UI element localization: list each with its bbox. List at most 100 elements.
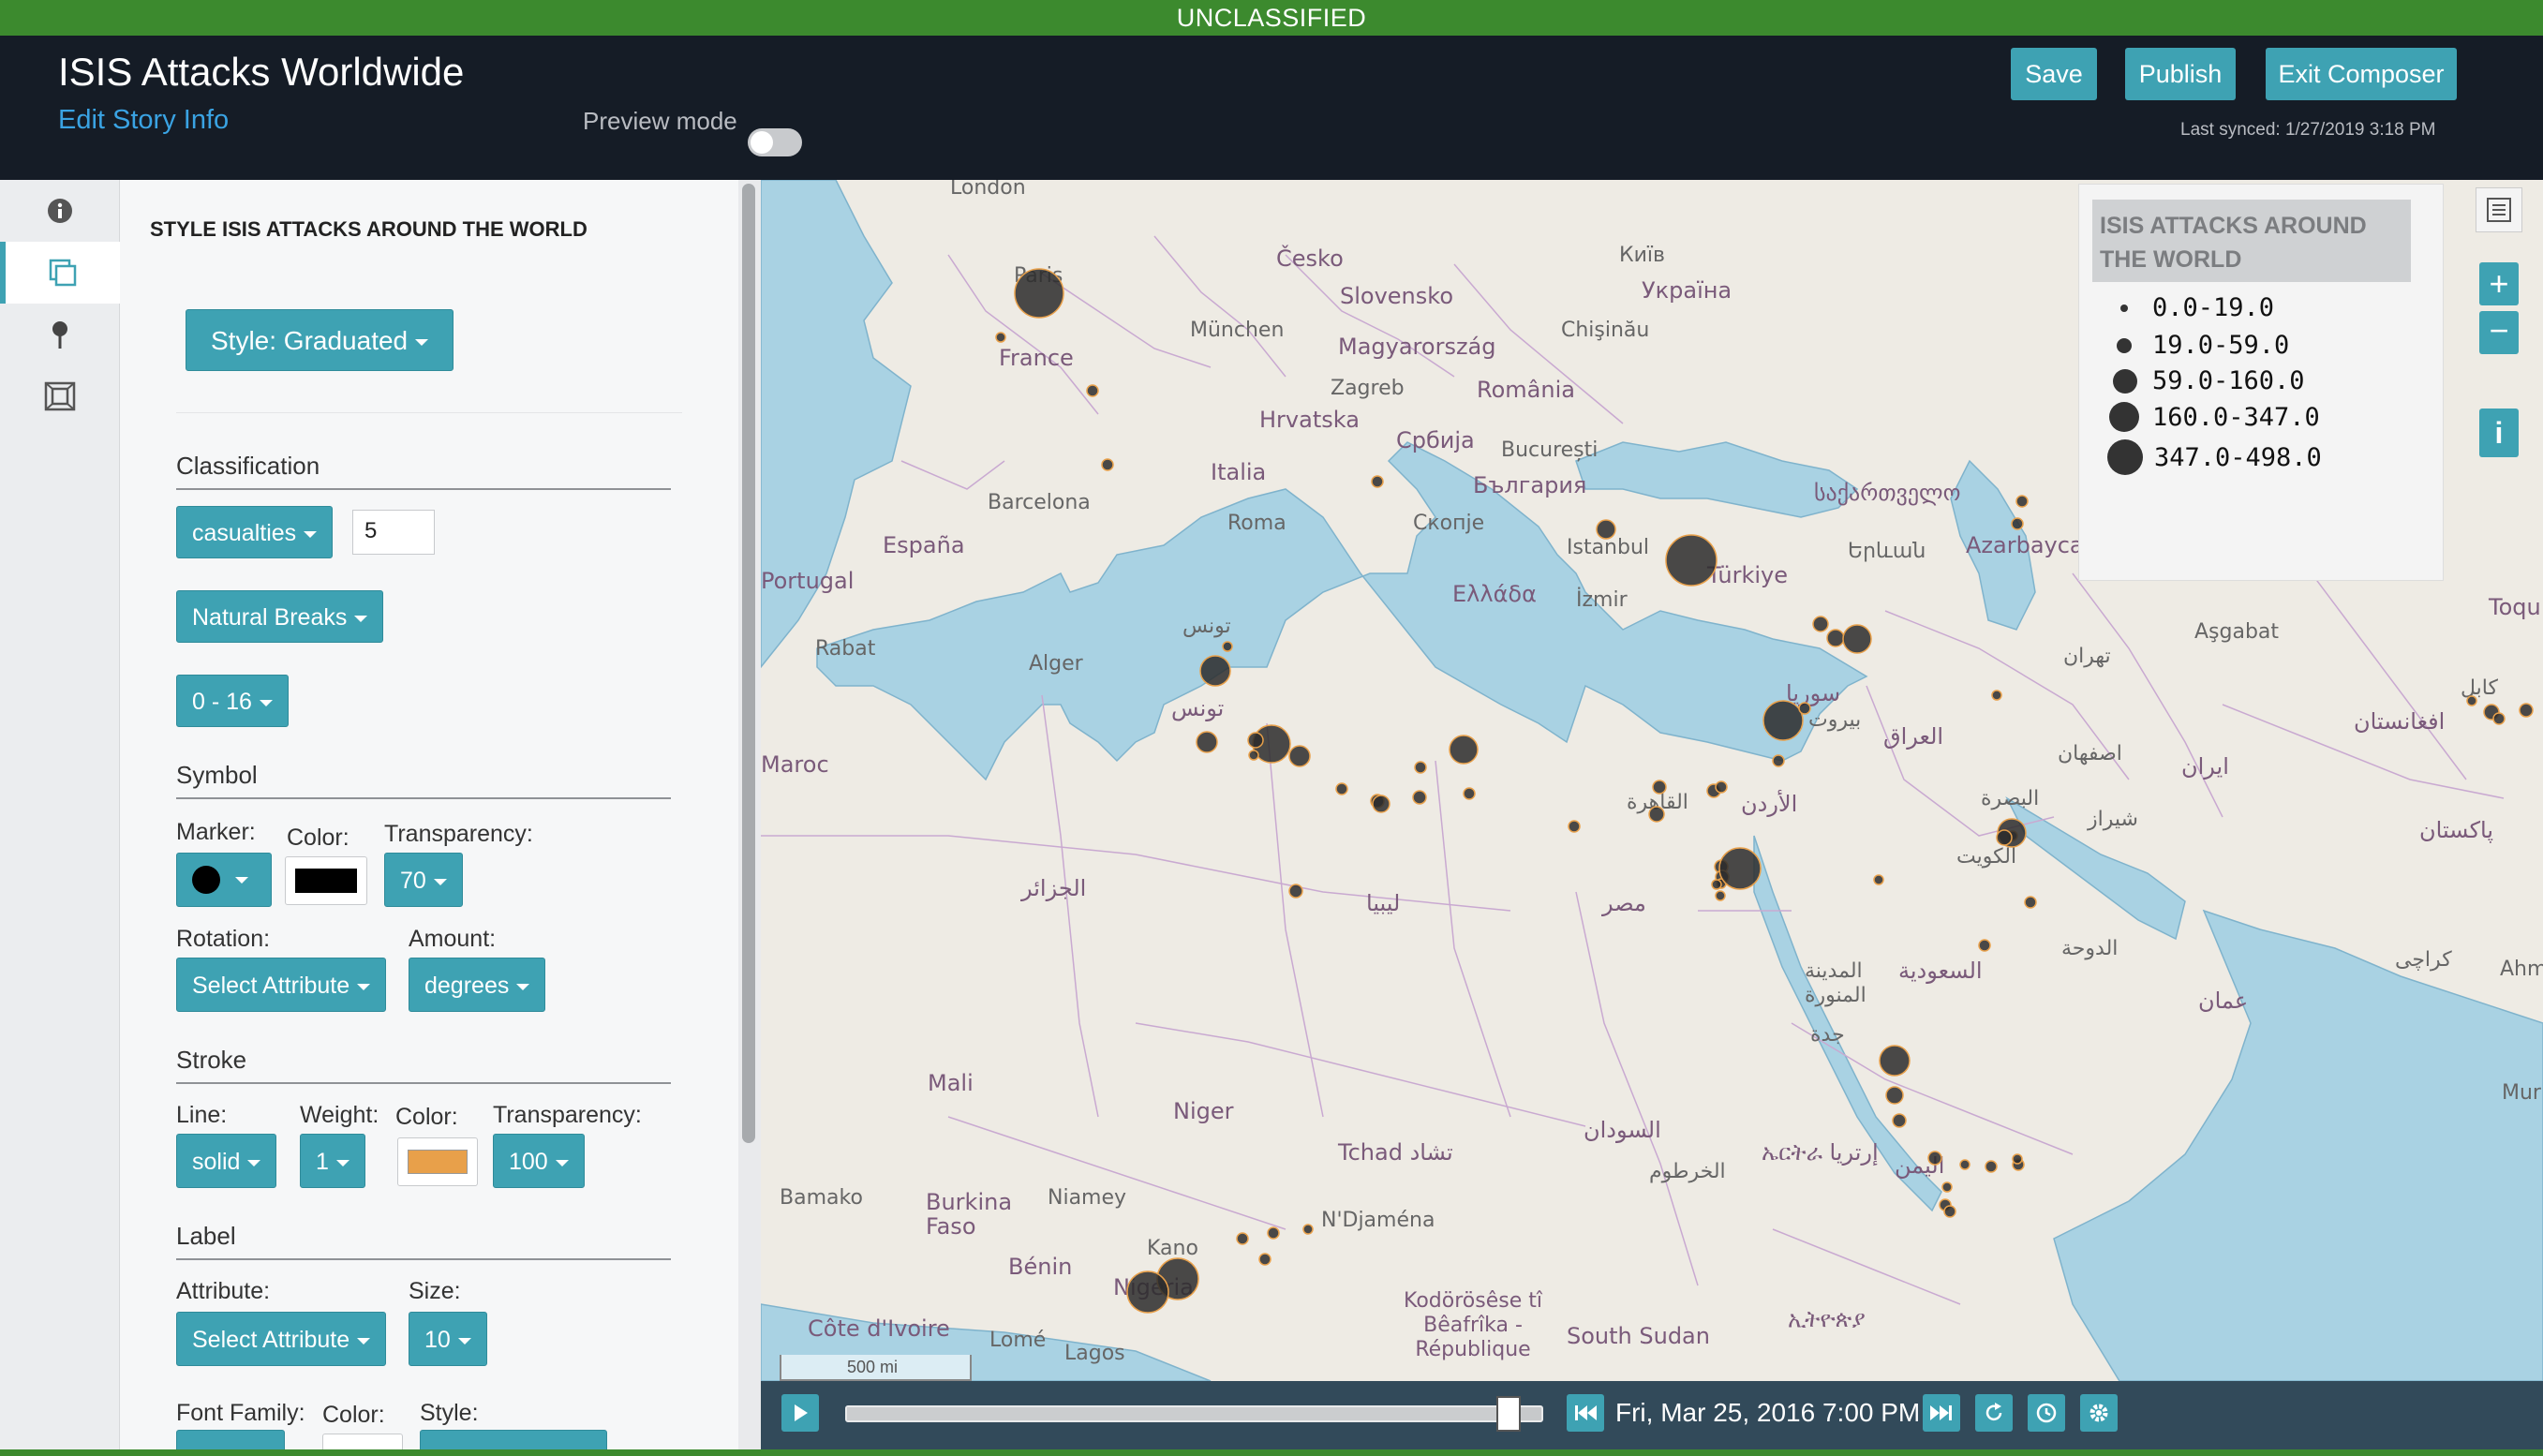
timeline-options-button[interactable] — [2080, 1394, 2118, 1432]
attack-marker — [1648, 806, 1665, 823]
attack-marker — [1568, 820, 1581, 833]
symbol-color-label: Color: — [287, 825, 349, 851]
label-size-dropdown[interactable]: 10 — [409, 1312, 487, 1366]
font-family-label: Font Family: — [176, 1400, 305, 1426]
style-type-dropdown[interactable]: Style: Graduated — [186, 309, 454, 371]
rotation-attribute-dropdown[interactable]: Select Attribute — [176, 958, 387, 1012]
app-header: ISIS Attacks Worldwide Edit Story Info P… — [0, 36, 2543, 180]
publish-button[interactable]: Publish — [2125, 48, 2236, 100]
attack-marker — [2024, 896, 2037, 909]
label-style-buttons[interactable] — [420, 1430, 607, 1449]
style-tab[interactable] — [0, 242, 120, 304]
loop-button[interactable] — [1975, 1394, 2013, 1432]
stroke-transparency-dropdown[interactable]: 100 — [493, 1134, 585, 1188]
symbol-color-fill — [295, 869, 357, 893]
zoom-in-button[interactable]: + — [2479, 262, 2519, 305]
chevron-down-icon — [247, 1159, 261, 1166]
attack-marker — [1101, 458, 1114, 471]
label-size-label: Size: — [409, 1278, 461, 1304]
attack-marker — [1978, 939, 1991, 952]
last-synced-text: Last synced: 1/27/2019 3:18 PM — [2180, 120, 2436, 140]
classification-banner: UNCLASSIFIED — [0, 0, 2543, 36]
play-button[interactable] — [781, 1394, 819, 1432]
panel-title: STYLE ISIS ATTACKS AROUND THE WORLD — [150, 217, 587, 241]
preview-mode-toggle[interactable] — [748, 128, 802, 156]
stroke-color-swatch[interactable] — [397, 1137, 478, 1186]
pin-tab[interactable] — [0, 304, 120, 365]
divider — [176, 412, 682, 413]
attack-marker — [2492, 712, 2506, 725]
timeline-progress — [847, 1407, 1507, 1420]
legend-item: 0.0-19.0 — [2113, 293, 2274, 322]
scale-label: 500 mi — [847, 1358, 899, 1376]
stroke-line-dropdown[interactable]: solid — [176, 1134, 277, 1188]
symbol-transparency-value: 70 — [400, 868, 426, 894]
map-info-button[interactable]: i — [2479, 409, 2519, 457]
save-button[interactable]: Save — [2011, 48, 2097, 100]
info-tab[interactable] — [0, 180, 120, 242]
frame-icon — [44, 381, 76, 411]
marker-dropdown[interactable] — [176, 853, 272, 907]
zoom-out-button[interactable]: − — [2479, 311, 2519, 354]
timeline-handle[interactable] — [1495, 1396, 1521, 1432]
legend-toggle-button[interactable] — [2476, 187, 2522, 232]
range-label: 0 - 16 — [192, 689, 252, 715]
class-count-input[interactable]: 5 — [352, 510, 435, 555]
rotation-amount-dropdown[interactable]: degrees — [409, 958, 546, 1012]
attack-marker — [1371, 475, 1384, 488]
exit-composer-button[interactable]: Exit Composer — [2266, 48, 2457, 100]
attack-marker — [1985, 1160, 1998, 1173]
step-forward-button[interactable] — [1923, 1394, 1960, 1432]
classification-heading: Classification — [176, 452, 671, 490]
label-color-swatch[interactable] — [322, 1434, 403, 1449]
attack-marker — [1267, 1226, 1280, 1240]
stroke-line-value: solid — [192, 1149, 241, 1175]
label-size-value: 10 — [424, 1327, 451, 1353]
attack-marker — [1718, 847, 1762, 890]
attack-marker — [1941, 1181, 1953, 1193]
label-attribute-dropdown[interactable]: Select Attribute — [176, 1312, 387, 1366]
minus-icon: − — [2489, 311, 2509, 349]
symbol-color-swatch[interactable] — [285, 856, 367, 905]
edit-story-info-link[interactable]: Edit Story Info — [58, 94, 229, 146]
classification-method-dropdown[interactable]: Natural Breaks — [176, 590, 384, 643]
chevron-down-icon — [516, 983, 530, 990]
classification-attribute-label: casualties — [192, 520, 297, 546]
attack-marker — [1258, 1253, 1272, 1266]
attack-marker — [2012, 1153, 2023, 1165]
font-family-dropdown[interactable] — [176, 1430, 285, 1449]
rotation-label: Rotation: — [176, 926, 271, 952]
symbol-transparency-label: Transparency: — [384, 821, 533, 847]
stroke-transparency-value: 100 — [509, 1149, 548, 1175]
clock-icon — [2036, 1403, 2057, 1423]
symbol-transparency-dropdown[interactable]: 70 — [384, 853, 463, 907]
attack-marker — [1196, 731, 1218, 753]
stroke-color-fill — [408, 1150, 468, 1174]
attack-marker — [1943, 1205, 1956, 1218]
range-dropdown[interactable]: 0 - 16 — [176, 675, 289, 727]
classification-attribute-dropdown[interactable]: casualties — [176, 506, 334, 558]
stroke-line-label: Line: — [176, 1102, 228, 1128]
attack-marker — [1596, 519, 1616, 540]
composer-icon-bar — [0, 180, 120, 1449]
legend-item-label: 347.0-498.0 — [2154, 442, 2322, 472]
label-attribute-label: Attribute: — [176, 1278, 271, 1304]
attack-marker — [1762, 700, 1804, 741]
attack-marker — [2015, 495, 2029, 508]
label-style-label: Style: — [420, 1400, 479, 1426]
timeline-bar: Fri, Mar 25, 2016 7:00 PM — [761, 1381, 2543, 1449]
attack-marker — [1715, 890, 1726, 901]
attack-marker — [1449, 735, 1479, 765]
attack-marker — [1665, 534, 1718, 587]
step-back-button[interactable] — [1567, 1394, 1604, 1432]
stroke-weight-dropdown[interactable]: 1 — [300, 1134, 365, 1188]
stroke-heading: Stroke — [176, 1046, 671, 1084]
attack-marker — [1996, 829, 2013, 846]
attack-marker — [1372, 795, 1390, 813]
attack-marker — [1652, 780, 1667, 795]
frame-tab[interactable] — [0, 365, 120, 427]
timeline-slider[interactable] — [845, 1405, 1543, 1422]
time-settings-button[interactable] — [2028, 1394, 2065, 1432]
panel-scrollbar-thumb[interactable] — [742, 184, 755, 1143]
symbol-heading: Symbol — [176, 761, 671, 799]
